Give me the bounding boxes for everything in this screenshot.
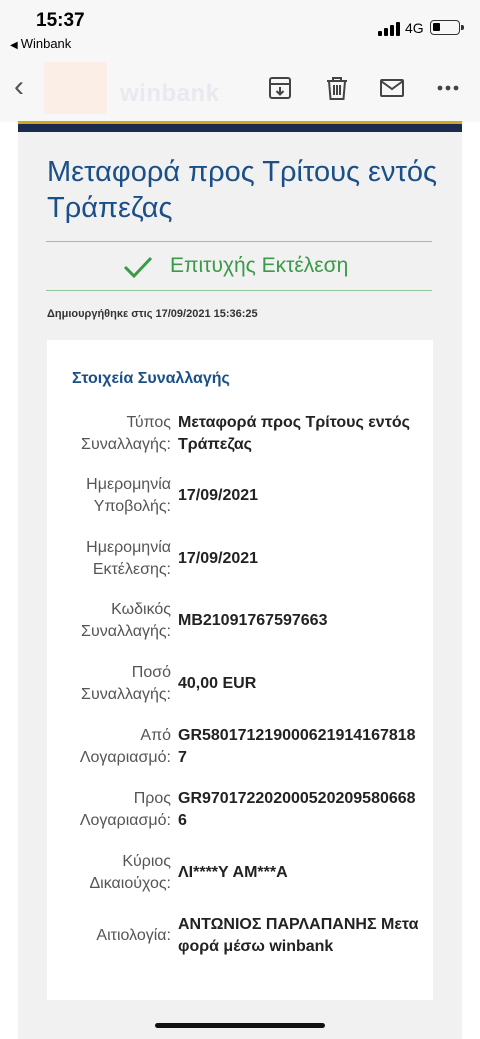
detail-value: ΑΝΤΩΝΙΟΣ ΠΑΡΛΑΠΑΝΗΣ Μεταφορά μέσω winban… xyxy=(178,916,419,955)
transaction-details-card: Στοιχεία Συναλλαγής Τύπος Συναλλαγής: Με… xyxy=(47,340,433,1000)
winbank-logo-text: winbank xyxy=(120,80,220,107)
detail-label: Ημερομηνία Υποβολής: xyxy=(86,476,171,515)
mail-toolbar: ‹ winbank xyxy=(0,54,480,122)
detail-label: Κύριος Δικαιούχος: xyxy=(89,853,171,892)
created-timestamp: Δημιουργήθηκε στις 17/09/2021 15:36:25 xyxy=(47,308,258,320)
email-body: Μεταφορά προς Τρίτους εντός Τράπεζας Επι… xyxy=(18,132,462,1039)
success-status-text: Επιτυχής Εκτέλεση xyxy=(170,254,349,277)
card-title: Στοιχεία Συναλλαγής xyxy=(72,370,230,387)
brand-header-bar xyxy=(18,121,462,132)
checkmark-icon xyxy=(123,256,153,279)
trash-icon[interactable] xyxy=(323,74,351,102)
page-title: Μεταφορά προς Τρίτους εντός Τράπεζας xyxy=(47,156,437,224)
detail-label: Από Λογαριασμό: xyxy=(79,727,171,766)
detail-label: Ημερομηνία Εκτέλεσης: xyxy=(86,539,171,578)
success-banner: Επιτυχής Εκτέλεση xyxy=(46,241,432,291)
mail-icon[interactable] xyxy=(378,74,406,102)
back-app-label: Winbank xyxy=(20,36,72,51)
back-to-app-link[interactable]: ◀ Winbank xyxy=(10,36,71,51)
battery-icon xyxy=(430,20,464,35)
detail-label: Τύπος Συναλλαγής: xyxy=(81,414,171,453)
detail-label: Προς Λογαριασμό: xyxy=(79,790,171,829)
back-triangle-icon: ◀ xyxy=(10,40,18,51)
winbank-logo-mark xyxy=(44,62,107,114)
archive-icon[interactable] xyxy=(266,74,294,102)
detail-value: GR9701722020005202095806686 xyxy=(178,790,416,829)
detail-label: Κωδικός Συναλλαγής: xyxy=(81,601,171,640)
detail-value: GR5801712190006219141678187 xyxy=(178,727,416,766)
detail-value: ΛΙ****Υ ΑΜ***Α xyxy=(178,864,288,881)
detail-value: MB21091767597663 xyxy=(178,612,328,629)
back-chevron-icon[interactable]: ‹ xyxy=(14,72,24,102)
detail-label: Αιτιολογία: xyxy=(96,927,171,944)
detail-value: 17/09/2021 xyxy=(178,487,259,504)
network-type: 4G xyxy=(405,20,424,36)
status-time: 15:37 xyxy=(36,10,85,31)
more-icon[interactable] xyxy=(434,74,462,102)
detail-value: 40,00 EUR xyxy=(178,675,257,692)
signal-icon xyxy=(378,22,402,36)
home-indicator[interactable] xyxy=(155,1023,325,1028)
detail-value: 17/09/2021 xyxy=(178,550,259,567)
status-bar: 15:37 ◀ Winbank 4G xyxy=(0,0,480,54)
detail-label: Ποσό Συναλλαγής: xyxy=(81,664,171,703)
detail-value: Μεταφορά προς Τρίτους εντός Τράπεζας xyxy=(178,414,410,453)
